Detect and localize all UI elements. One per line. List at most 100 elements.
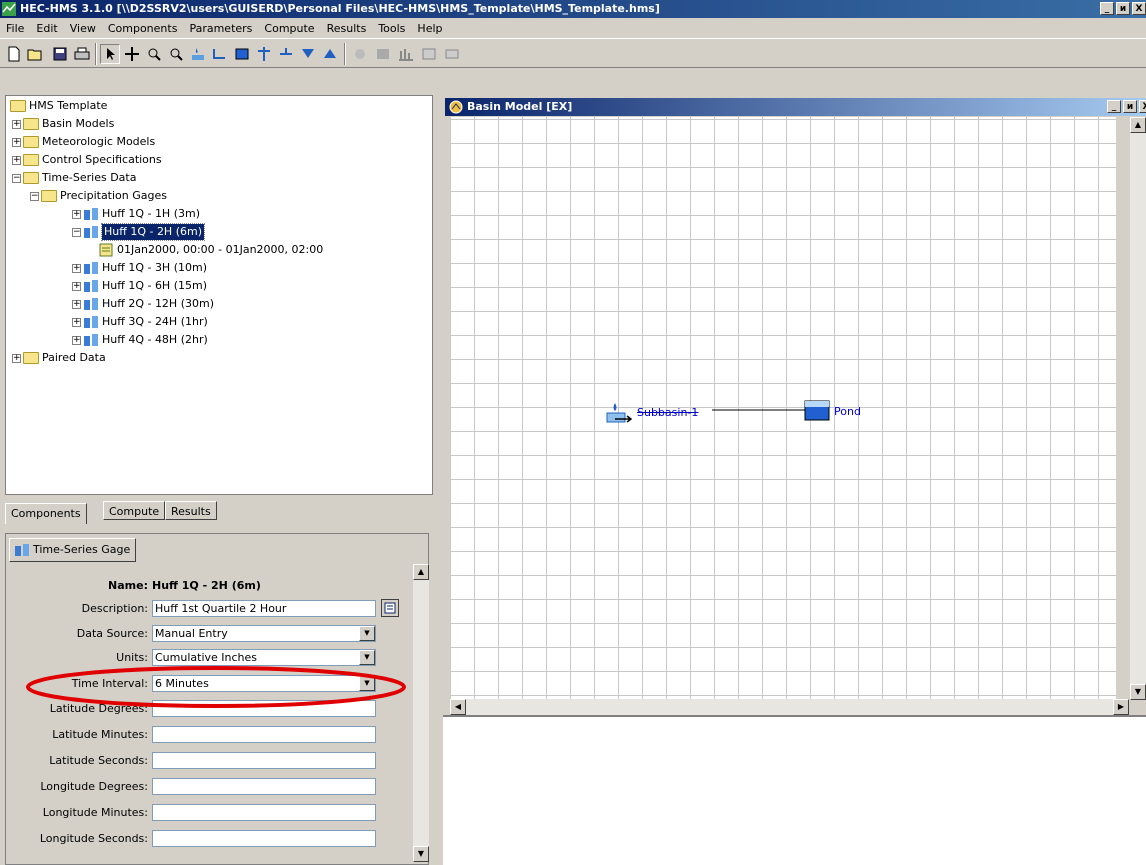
basin-vertical-scrollbar[interactable]: ▲ ▼	[1129, 117, 1146, 700]
source-tool-icon[interactable]	[298, 44, 318, 64]
tree-root[interactable]: HMS Template	[10, 98, 107, 114]
tree-time-window[interactable]: 01Jan2000, 00:00 - 01Jan2000, 02:00	[98, 242, 323, 258]
compute-all-icon[interactable]	[373, 44, 393, 64]
restore-button[interactable]: и	[1116, 2, 1130, 15]
longitude-seconds-input[interactable]	[152, 830, 376, 847]
tab-components[interactable]: Components	[5, 503, 87, 524]
longitude-minutes-input[interactable]	[152, 804, 376, 821]
menu-help[interactable]: Help	[411, 22, 448, 35]
tree-gage-item[interactable]: + Huff 1Q - 6H (15m)	[72, 278, 207, 294]
plus-icon[interactable]: +	[72, 263, 81, 273]
folder-icon	[23, 154, 39, 166]
basin-map-canvas[interactable]: Subbasin-1 Pond	[450, 117, 1116, 700]
plus-icon[interactable]: +	[72, 299, 81, 309]
menu-tools[interactable]: Tools	[372, 22, 411, 35]
basin-minimize-button[interactable]: _	[1107, 100, 1121, 113]
tree-gage-item[interactable]: + Huff 4Q - 48H (2hr)	[72, 332, 208, 348]
scroll-left-icon[interactable]: ◀	[450, 699, 466, 715]
description-input[interactable]: Huff 1st Quartile 2 Hour	[152, 600, 376, 617]
plus-icon[interactable]: +	[72, 209, 81, 219]
description-edit-button[interactable]	[381, 599, 399, 617]
chevron-down-icon[interactable]: ▼	[359, 626, 375, 641]
folder-icon	[23, 136, 39, 148]
latitude-minutes-input[interactable]	[152, 726, 376, 743]
basin-restore-button[interactable]: и	[1123, 100, 1137, 113]
toolbar-separator	[95, 43, 97, 65]
scroll-right-icon[interactable]: ▶	[1113, 699, 1129, 715]
tree-paired-data[interactable]: + Paired Data	[12, 350, 106, 366]
minus-icon[interactable]: −	[12, 173, 21, 183]
tree-basin-models[interactable]: + Basin Models	[12, 116, 114, 132]
tab-results[interactable]: Results	[165, 501, 217, 520]
reach-connector	[712, 409, 805, 411]
save-icon[interactable]	[50, 44, 70, 64]
diversion-tool-icon[interactable]	[276, 44, 296, 64]
menu-view[interactable]: View	[64, 22, 102, 35]
tree-precipitation-gages[interactable]: − Precipitation Gages	[30, 188, 167, 204]
tab-time-series-gage[interactable]: Time-Series Gage	[9, 538, 137, 562]
close-button[interactable]: X	[1132, 2, 1146, 15]
menu-parameters[interactable]: Parameters	[183, 22, 258, 35]
tree-gage-item-selected[interactable]: − Huff 1Q - 2H (6m)	[72, 223, 206, 241]
chevron-down-icon[interactable]: ▼	[359, 650, 375, 665]
name-value: Huff 1Q - 2H (6m)	[152, 579, 261, 592]
window-title: HEC-HMS 3.1.0 [\\D2SSRV2\users\GUISERD\P…	[20, 2, 660, 15]
tree-gage-item[interactable]: + Huff 3Q - 24H (1hr)	[72, 314, 208, 330]
tree-gage-item[interactable]: + Huff 1Q - 3H (10m)	[72, 260, 207, 276]
scroll-up-icon[interactable]: ▲	[1130, 117, 1146, 133]
scroll-down-icon[interactable]: ▼	[413, 846, 429, 862]
subbasin-tool-icon[interactable]	[188, 44, 208, 64]
junction-tool-icon[interactable]	[254, 44, 274, 64]
zoom-out-icon[interactable]	[166, 44, 186, 64]
summary-icon[interactable]	[442, 44, 462, 64]
minus-icon[interactable]: −	[30, 191, 39, 201]
splitter[interactable]	[436, 95, 442, 865]
minus-icon[interactable]: −	[72, 227, 81, 237]
menu-components[interactable]: Components	[102, 22, 184, 35]
menu-results[interactable]: Results	[321, 22, 373, 35]
basin-horizontal-scrollbar[interactable]: ◀ ▶	[450, 699, 1129, 715]
plus-icon[interactable]: +	[12, 353, 21, 363]
menu-edit[interactable]: Edit	[30, 22, 63, 35]
scroll-down-icon[interactable]: ▼	[1130, 684, 1146, 700]
minimize-button[interactable]: _	[1100, 2, 1114, 15]
menu-file[interactable]: File	[0, 22, 30, 35]
menu-compute[interactable]: Compute	[258, 22, 320, 35]
open-folder-icon[interactable]	[26, 44, 46, 64]
plus-icon[interactable]: +	[72, 335, 81, 345]
latitude-seconds-label: Latitude Seconds:	[49, 754, 148, 767]
subbasin-element[interactable]: Subbasin-1	[605, 400, 698, 424]
longitude-degrees-input[interactable]	[152, 778, 376, 795]
data-source-select[interactable]: Manual Entry	[152, 625, 376, 642]
tree-time-series-data[interactable]: − Time-Series Data	[12, 170, 136, 186]
longitude-minutes-label: Longitude Minutes:	[42, 806, 148, 819]
print-icon[interactable]	[72, 44, 92, 64]
pan-icon[interactable]	[122, 44, 142, 64]
reach-tool-icon[interactable]	[210, 44, 230, 64]
reservoir-element[interactable]: Pond	[804, 400, 861, 422]
plus-icon[interactable]: +	[72, 281, 81, 291]
gage-icon	[84, 298, 98, 310]
basin-model-icon	[449, 100, 463, 114]
tree-gage-item[interactable]: + Huff 2Q - 12H (30m)	[72, 296, 214, 312]
graph-icon[interactable]	[396, 44, 416, 64]
plus-icon[interactable]: +	[12, 155, 21, 165]
compute-icon[interactable]	[350, 44, 370, 64]
plus-icon[interactable]: +	[12, 119, 21, 129]
plus-icon[interactable]: +	[12, 137, 21, 147]
latitude-seconds-input[interactable]	[152, 752, 376, 769]
tree-meteorologic-models[interactable]: + Meteorologic Models	[12, 134, 155, 150]
longitude-degrees-label: Longitude Degrees:	[40, 780, 148, 793]
tree-control-specifications[interactable]: + Control Specifications	[12, 152, 162, 168]
tab-compute[interactable]: Compute	[103, 501, 166, 520]
scroll-up-icon[interactable]: ▲	[413, 564, 429, 580]
table-icon[interactable]	[419, 44, 439, 64]
arrow-select-icon[interactable]	[100, 44, 120, 64]
zoom-in-icon[interactable]	[144, 44, 164, 64]
reservoir-tool-icon[interactable]	[232, 44, 252, 64]
plus-icon[interactable]: +	[72, 317, 81, 327]
tree-gage-item[interactable]: + Huff 1Q - 1H (3m)	[72, 206, 200, 222]
sink-tool-icon[interactable]	[320, 44, 340, 64]
new-file-icon[interactable]	[4, 44, 24, 64]
basin-close-button[interactable]: X	[1139, 100, 1146, 113]
